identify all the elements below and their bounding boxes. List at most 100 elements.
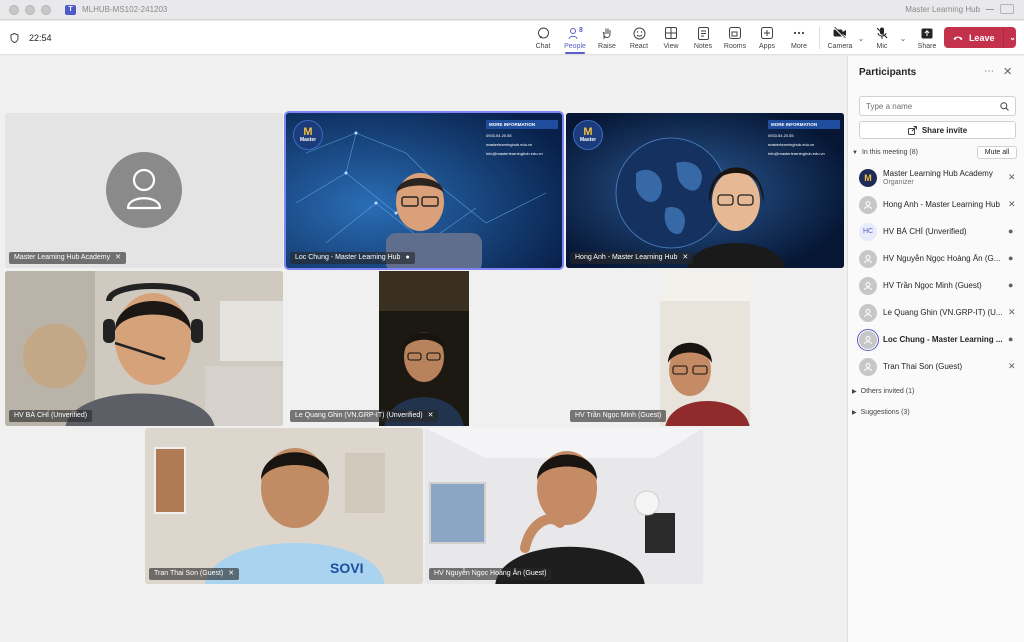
view-label: View [663, 43, 679, 50]
person-avatar-icon [859, 276, 877, 295]
people-button[interactable]: 8 People [559, 21, 591, 55]
leave-divider [1003, 27, 1005, 48]
participant-row[interactable]: Tran Thai Son (Guest) ✕ [848, 353, 1024, 380]
camera-options-chevron-down-icon[interactable]: ⌄ [856, 21, 866, 55]
participant-row[interactable]: HC HV BÁ CHÍ (Unverified) ● [848, 218, 1024, 245]
participant-row[interactable]: M Master Learning Hub Academy Organizer … [848, 164, 1024, 191]
slide-info: MORE INFORMATION 0933.54.20.55 masterlea… [486, 120, 558, 158]
participant-video [425, 428, 703, 584]
person-avatar-icon [859, 195, 877, 214]
camera-button[interactable]: Camera [824, 21, 856, 55]
suggestions-toggle[interactable]: ▶ Suggestions (3) [852, 409, 910, 416]
share-invite-label: Share invite [921, 125, 968, 135]
minimize-icon[interactable] [986, 8, 994, 10]
shield-icon [10, 32, 19, 43]
tile-label: Loc Chung - Master Learning Hub ● [290, 252, 415, 264]
tile-label: HV BÁ CHÍ (Unverified) [9, 410, 93, 422]
chat-button[interactable]: Chat [527, 21, 559, 55]
toolbar-divider [819, 27, 820, 49]
rooms-button[interactable]: Rooms [719, 21, 751, 55]
leave-label: Leave [968, 32, 995, 43]
mic-icon: ● [1008, 280, 1014, 290]
leave-button[interactable]: Leave ⌄ [944, 27, 1016, 48]
video-tile-hv-ba-chi[interactable]: HV BÁ CHÍ (Unverified) [5, 271, 283, 426]
apps-button[interactable]: Apps [751, 21, 783, 55]
view-button[interactable]: View [655, 21, 687, 55]
react-button[interactable]: React [623, 21, 655, 55]
zoom-window-icon[interactable] [41, 4, 51, 15]
share-invite-button[interactable]: Share invite [859, 121, 1016, 139]
panel-more-icon[interactable]: ⋯ [984, 66, 994, 77]
slide-logo: M Master [573, 120, 603, 150]
more-button[interactable]: More [783, 21, 815, 55]
participant-row[interactable]: Le Quang Ghin (VN.GRP-IT) (U... ✕ [848, 299, 1024, 326]
chat-label: Chat [535, 43, 551, 50]
chevron-right-icon: ▶ [852, 410, 857, 416]
leave-options-chevron-down-icon[interactable]: ⌄ [1009, 33, 1016, 42]
mic-button[interactable]: Mic [866, 21, 898, 55]
close-window-icon[interactable] [9, 4, 19, 15]
notes-button[interactable]: Notes [687, 21, 719, 55]
notes-label: Notes [693, 43, 713, 50]
tile-label: HV Nguyễn Ngọc Hoàng Ân (Guest) [429, 568, 552, 580]
hang-up-icon [953, 36, 963, 40]
raise-button[interactable]: Raise [591, 21, 623, 55]
others-invited-label: Others invited (1) [860, 388, 915, 395]
participant-search-input[interactable]: Type a name [859, 96, 1016, 116]
video-tile-master-learning-hub-academy[interactable]: Master Learning Hub Academy ✕ [5, 113, 283, 268]
person-avatar-icon [859, 249, 877, 268]
tile-label: Tran Thai Son (Guest) ✕ [149, 568, 240, 580]
suggestions-label: Suggestions (3) [860, 409, 910, 416]
participant-video [660, 271, 750, 426]
minimize-window-icon[interactable] [25, 4, 35, 15]
video-tile-hong-anh[interactable]: M Master MORE INFORMATION 0933.54.20.55 … [566, 113, 844, 268]
raise-hand-icon [602, 28, 611, 39]
slide-logo: M Master [293, 120, 323, 150]
video-tile-hv-nguyen-ngoc-hoang-an[interactable]: HV Nguyễn Ngọc Hoàng Ân (Guest) [425, 428, 703, 584]
participant-video [379, 271, 469, 426]
video-stage: Master Learning Hub Academy ✕ M Master MO… [0, 56, 847, 642]
video-tile-hv-tran-ngoc-minh[interactable]: HV Trần Ngọc Minh (Guest) [566, 271, 844, 426]
org-switcher[interactable]: Master Learning Hub [905, 4, 1014, 14]
share-button[interactable]: Share [908, 21, 946, 55]
participant-list: M Master Learning Hub Academy Organizer … [848, 164, 1024, 380]
mute-all-button[interactable]: Mute all [977, 146, 1017, 159]
maximize-icon[interactable] [1000, 4, 1014, 14]
mic-muted-icon: ✕ [1008, 361, 1016, 371]
mic-label: Mic [876, 43, 888, 50]
panel-close-icon[interactable]: ✕ [1003, 65, 1012, 78]
participant-row[interactable]: HV Trần Ngọc Minh (Guest) ● [848, 272, 1024, 299]
mic-muted-icon: ✕ [1008, 307, 1016, 317]
people-label: People [564, 43, 586, 50]
window-titlebar: T MLHUB-MS102-241203 Master Learning Hub [0, 0, 1024, 20]
timer-text: 22:54 [29, 32, 52, 43]
chat-icon [537, 27, 549, 38]
participant-row[interactable]: Loc Chung - Master Learning ... ● [848, 326, 1024, 353]
participant-name: HV BÁ CHÍ (Unverified) [883, 227, 967, 236]
chevron-down-icon: ▼ [852, 149, 858, 156]
participant-name: Hong Anh - Master Learning Hub [883, 200, 1000, 209]
camera-label: Camera [827, 43, 853, 50]
mic-options-chevron-down-icon[interactable]: ⌄ [898, 21, 908, 55]
tile-label: Le Quang Ghin (VN.GRP-IT) (Unverified) ✕ [290, 410, 439, 422]
participant-row[interactable]: Hong Anh - Master Learning Hub ✕ [848, 191, 1024, 218]
participant-role: Organizer [883, 179, 914, 186]
participant-name: Le Quang Ghin (VN.GRP-IT) (U... [883, 308, 1003, 317]
org-avatar: M [859, 168, 877, 187]
others-invited-toggle[interactable]: ▶ Others invited (1) [852, 388, 914, 395]
mic-muted-icon: ✕ [1008, 199, 1016, 209]
share-icon [907, 125, 917, 135]
mic-muted-icon: ✕ [427, 412, 434, 419]
view-icon [665, 27, 677, 39]
video-tile-le-quang-ghin[interactable]: Le Quang Ghin (VN.GRP-IT) (Unverified) ✕ [286, 271, 562, 426]
tile-label: HV Trần Ngọc Minh (Guest) [570, 410, 667, 422]
in-meeting-section-toggle[interactable]: ▼ In this meeting (8) [852, 149, 918, 156]
participant-row[interactable]: HV Nguyễn Ngọc Hoàng Ân (G... ● [848, 245, 1024, 272]
video-tile-loc-chung[interactable]: M Master MORE INFORMATION 0933.54.20.55 … [284, 111, 564, 270]
rooms-icon [729, 27, 741, 39]
mic-muted-icon: ✕ [228, 570, 235, 577]
video-tile-tran-thai-son[interactable]: SOVI Tran Thai Son (Guest) ✕ [145, 428, 423, 584]
camera-off-icon [833, 27, 846, 39]
share-screen-icon [921, 28, 933, 38]
window-controls[interactable] [9, 4, 51, 15]
